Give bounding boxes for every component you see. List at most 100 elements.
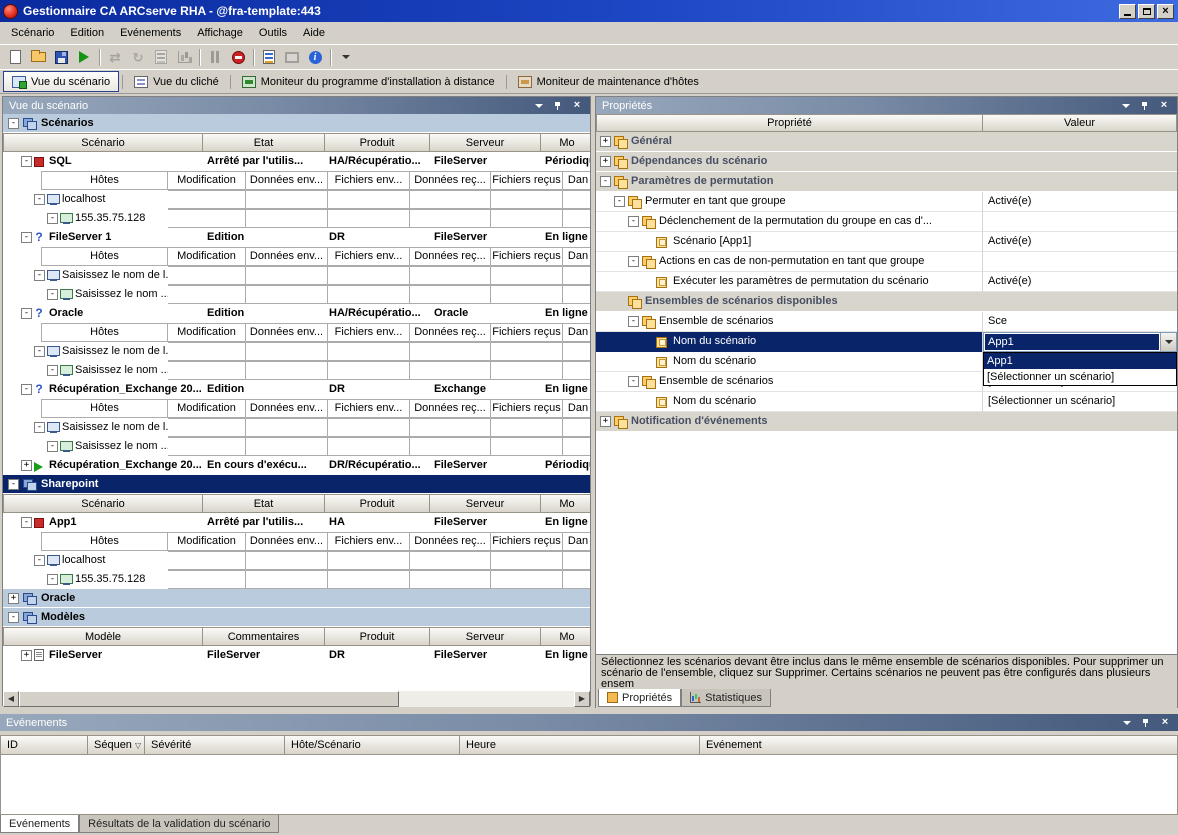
tree-row[interactable]: -?OracleEditionHA/Récupératio...OracleEn…: [3, 304, 590, 323]
events-column-severite[interactable]: Sévérité: [145, 735, 285, 755]
column-header-scenario[interactable]: Scénario: [3, 133, 203, 152]
expand-box[interactable]: -: [47, 289, 58, 300]
new-scenario-button[interactable]: [4, 47, 26, 68]
scrollbar-track[interactable]: [399, 691, 574, 707]
dropdown-item-app1[interactable]: App1: [984, 353, 1176, 369]
tree-row[interactable]: HôtesModificationDonnées env...Fichiers …: [3, 532, 590, 551]
tree-row[interactable]: -?FileServer 1EditionDRFileServerEn lign…: [3, 228, 590, 247]
dropdown-item-selectionner-un-scenario[interactable]: [Sélectionner un scénario]: [984, 369, 1176, 385]
scenario-group-modeles[interactable]: -Modèles: [3, 608, 590, 627]
tree-row[interactable]: HôtesModificationDonnées env...Fichiers …: [3, 171, 590, 190]
panel-menu-button[interactable]: [1119, 99, 1133, 112]
tree-row[interactable]: -localhost: [3, 551, 590, 570]
expand-box[interactable]: -: [21, 308, 32, 319]
property-row-executer-les-parametres-de-permutation-du-scenario[interactable]: Exécuter les paramètres de permutation d…: [596, 272, 1177, 292]
menu-item-evenements[interactable]: Evénements: [112, 24, 189, 42]
tree-row[interactable]: -Saisissez le nom ...: [3, 285, 590, 304]
tree-row[interactable]: -Saisissez le nom de l...: [3, 342, 590, 361]
events-column-sequen[interactable]: Séquen▽: [88, 735, 145, 755]
expand-box[interactable]: -: [34, 422, 45, 433]
value-column-header[interactable]: Valeur: [983, 114, 1177, 132]
expand-box[interactable]: -: [8, 479, 19, 490]
stop-button[interactable]: [227, 47, 249, 68]
column-header-scenario[interactable]: Scénario: [3, 494, 203, 513]
property-row-dependances-du-scenario[interactable]: +Dépendances du scénario: [596, 152, 1177, 172]
tree-row[interactable]: -?Récupération_Exchange 20...EditionDREx…: [3, 380, 590, 399]
expand-box[interactable]: -: [34, 270, 45, 281]
expand-box[interactable]: +: [600, 416, 611, 427]
view-tab-vue-du-cliche[interactable]: Vue du cliché: [126, 71, 227, 92]
events-column-heure[interactable]: Heure: [460, 735, 700, 755]
property-row-actions-en-cas-de-non-permutation-en-tant-que-groupe[interactable]: -Actions en cas de non-permutation en ta…: [596, 252, 1177, 272]
tree-row[interactable]: -Saisissez le nom de l...: [3, 418, 590, 437]
tab-proprietes[interactable]: Propriétés: [598, 689, 681, 707]
scenario-group-oracle[interactable]: +Oracle: [3, 589, 590, 608]
expand-box[interactable]: -: [614, 196, 625, 207]
panel-close-button[interactable]: ×: [1157, 99, 1171, 112]
scenario-group-sharepoint[interactable]: -Sharepoint: [3, 475, 590, 494]
expand-box[interactable]: -: [47, 213, 58, 224]
expand-box[interactable]: -: [600, 176, 611, 187]
tree-row[interactable]: -localhost: [3, 190, 590, 209]
expand-box[interactable]: -: [628, 316, 639, 327]
panel-close-button[interactable]: ×: [570, 99, 584, 112]
expand-box[interactable]: -: [34, 194, 45, 205]
tree-row[interactable]: ScénarioEtatProduitServeurMo: [3, 133, 590, 152]
column-header-etat[interactable]: Etat: [203, 494, 325, 513]
expand-box[interactable]: +: [8, 593, 19, 604]
column-header-etat[interactable]: Etat: [203, 133, 325, 152]
tree-row[interactable]: -SQLArrêté par l'utilis...HA/Récupératio…: [3, 152, 590, 171]
property-row-general[interactable]: +Général: [596, 132, 1177, 152]
column-header-modele[interactable]: Modèle: [3, 627, 203, 646]
panel-pin-button[interactable]: [1139, 716, 1153, 729]
panel-close-button[interactable]: ×: [1158, 716, 1172, 729]
tree-row[interactable]: -155.35.75.128: [3, 570, 590, 589]
save-button[interactable]: [50, 47, 72, 68]
column-header-produit[interactable]: Produit: [325, 494, 430, 513]
expand-box[interactable]: -: [47, 574, 58, 585]
panel-menu-button[interactable]: [532, 99, 546, 112]
expand-box[interactable]: +: [600, 136, 611, 147]
tree-row[interactable]: -Saisissez le nom ...: [3, 437, 590, 456]
scroll-right-button[interactable]: ▶: [574, 691, 590, 707]
tab-statistiques[interactable]: Statistiques: [681, 689, 771, 707]
minimize-button[interactable]: [1119, 4, 1136, 19]
property-row-notification-d-evenements[interactable]: +Notification d'événements: [596, 412, 1177, 432]
tree-row[interactable]: -Sharepoint: [3, 475, 590, 494]
column-header-mo[interactable]: Mo: [541, 627, 590, 646]
statistics-button[interactable]: [173, 47, 195, 68]
host-maintenance-button[interactable]: [281, 47, 303, 68]
tree-row[interactable]: -Modèles: [3, 608, 590, 627]
scroll-left-button[interactable]: ◀: [3, 691, 19, 707]
expand-box[interactable]: -: [21, 232, 32, 243]
horizontal-scrollbar[interactable]: ◀ ▶: [3, 691, 590, 707]
property-row-nom-du-scenario[interactable]: Nom du scénario[Sélectionner un scénario…: [596, 392, 1177, 412]
column-header-mo[interactable]: Mo: [541, 133, 590, 152]
new-group-button[interactable]: [27, 47, 49, 68]
menu-item-aide[interactable]: Aide: [295, 24, 333, 42]
expand-box[interactable]: -: [8, 118, 19, 129]
tree-row[interactable]: -155.35.75.128: [3, 209, 590, 228]
tree-row[interactable]: +Oracle: [3, 589, 590, 608]
property-row-scenario-app1[interactable]: Scénario [App1]Activé(e): [596, 232, 1177, 252]
property-row-declenchement-de-la-permutation-du-groupe-en-cas-d[interactable]: -Déclenchement de la permutation du grou…: [596, 212, 1177, 232]
combobox-dropdown-button[interactable]: [1160, 333, 1176, 351]
events-column-evenement[interactable]: Evénement: [700, 735, 1178, 755]
tree-row[interactable]: HôtesModificationDonnées env...Fichiers …: [3, 247, 590, 266]
expand-box[interactable]: +: [600, 156, 611, 167]
tree-row[interactable]: -Saisissez le nom ...: [3, 361, 590, 380]
expand-box[interactable]: +: [21, 460, 32, 471]
column-header-commentaires[interactable]: Commentaires: [203, 627, 325, 646]
tree-row[interactable]: +Récupération_Exchange 20...En cours d'e…: [3, 456, 590, 475]
expand-box[interactable]: -: [21, 156, 32, 167]
panel-menu-button[interactable]: [1120, 716, 1134, 729]
tab-resultats-de-la-validation-du-scenario[interactable]: Résultats de la validation du scénario: [79, 815, 279, 833]
panel-pin-button[interactable]: [1138, 99, 1152, 112]
property-row-permuter-en-tant-que-groupe[interactable]: -Permuter en tant que groupeActivé(e): [596, 192, 1177, 212]
tree-row[interactable]: -App1Arrêté par l'utilis...HAFileServerE…: [3, 513, 590, 532]
scrollbar-thumb[interactable]: [19, 691, 399, 707]
close-button[interactable]: ×: [1157, 4, 1174, 19]
events-column-hote-scenario[interactable]: Hôte/Scénario: [285, 735, 460, 755]
tree-row[interactable]: -Scénarios: [3, 114, 590, 133]
expand-box[interactable]: -: [34, 346, 45, 357]
